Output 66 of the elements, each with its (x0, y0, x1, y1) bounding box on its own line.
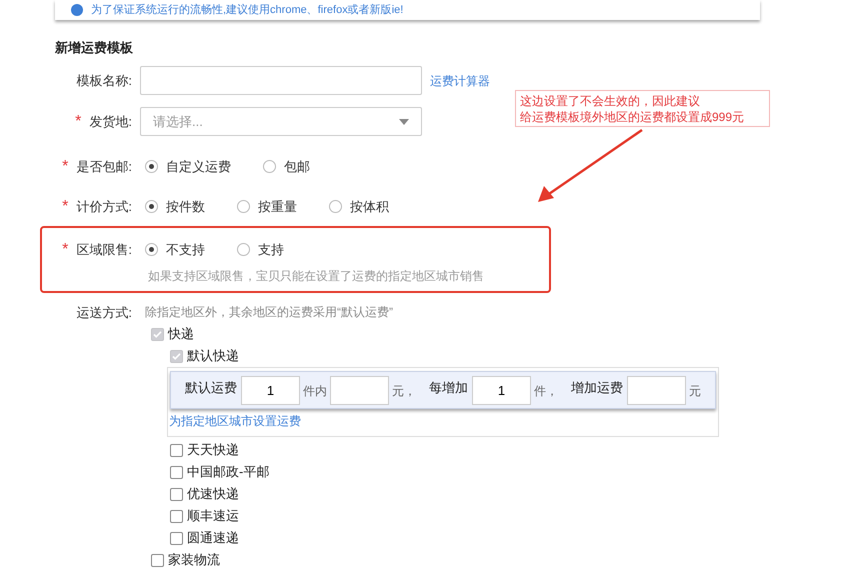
radio-button[interactable] (263, 160, 276, 173)
radio-label: 支持 (258, 240, 284, 259)
calculator-link[interactable]: 运费计算器 (430, 72, 490, 90)
checkbox[interactable] (170, 466, 183, 478)
radio-button[interactable] (237, 200, 250, 213)
radio-label: 按件数 (166, 198, 205, 216)
placeholder-text: 请选择... (153, 112, 203, 131)
required-mark: * (62, 240, 68, 260)
radio-label: 包邮 (284, 158, 310, 176)
checkbox-label: 快递 (168, 325, 194, 344)
fee-label: 每增加 (429, 379, 468, 397)
template-name-input[interactable] (140, 66, 422, 95)
check-icon (153, 330, 162, 338)
unit-text: 元 (689, 383, 701, 400)
info-icon (71, 4, 83, 16)
checkbox-label: 顺丰速运 (187, 507, 239, 526)
fee-input[interactable] (330, 376, 389, 404)
unit-text: 件， (534, 383, 558, 400)
radio-label: 按重量 (258, 198, 297, 216)
checkbox-label: 中国邮政-平邮 (187, 463, 270, 482)
caret-icon (399, 118, 409, 124)
field-label: 发货地: (89, 112, 132, 131)
fee-label: 默认运费 (185, 379, 237, 397)
unit-text: 元， (392, 383, 416, 400)
field-label: 计价方式: (76, 198, 132, 216)
field-label: 是否包邮: (76, 158, 132, 176)
checkbox[interactable] (170, 444, 183, 456)
unit-text: 件内 (303, 383, 327, 400)
notice-text: 为了保证系统运行的流畅性,建议使用chrome、firefox或者新版ie! (91, 4, 404, 16)
checkbox-label: 默认快递 (187, 347, 239, 366)
checkbox[interactable] (151, 554, 164, 566)
radio-button[interactable] (145, 160, 158, 173)
checkbox[interactable] (170, 510, 183, 522)
annotation-text: 给运费模板境外地区的运费都设置成999元 (520, 108, 746, 124)
radio-button[interactable] (145, 243, 158, 256)
required-mark: * (75, 112, 82, 132)
radio-button[interactable] (145, 200, 158, 213)
checkbox[interactable] (170, 350, 183, 362)
hint-text: 如果支持区域限售，宝贝只能在设置了运费的指定地区城市销售 (148, 268, 485, 284)
radio-button[interactable] (329, 200, 342, 213)
field-label: 运送方式: (76, 304, 132, 322)
shipping-note: 除指定地区外，其余地区的运费采用“默认运费” (145, 304, 393, 320)
radio-label: 自定义运费 (166, 158, 231, 176)
radio-button[interactable] (237, 243, 250, 256)
field-label: 模板名称: (76, 72, 132, 90)
origin-select[interactable]: 请选择... (140, 107, 422, 136)
radio-label: 按体积 (350, 198, 389, 216)
checkbox[interactable] (151, 328, 164, 340)
region-fee-link[interactable]: 为指定地区城市设置运费 (169, 412, 718, 430)
checkbox[interactable] (170, 488, 183, 500)
checkbox-label: 圆通速递 (187, 529, 239, 548)
checkbox-label: 天天快递 (187, 441, 239, 460)
checkbox[interactable] (170, 532, 183, 544)
page-title: 新增运费模板 (55, 39, 134, 57)
annotation-text: 这边设置了不会生效的，因此建议 (520, 92, 701, 108)
fee-input[interactable]: 1 (472, 376, 531, 404)
checkbox-label: 家装物流 (168, 551, 220, 568)
fee-label: 增加运费 (571, 379, 623, 397)
required-mark: * (62, 196, 68, 216)
checkbox-label: 优速快递 (187, 485, 239, 504)
fee-input[interactable]: 1 (241, 376, 300, 404)
field-label: 区域限售: (76, 240, 132, 259)
fee-input[interactable] (627, 376, 686, 404)
radio-label: 不支持 (166, 240, 205, 259)
required-mark: * (62, 156, 68, 176)
check-icon (172, 352, 181, 360)
